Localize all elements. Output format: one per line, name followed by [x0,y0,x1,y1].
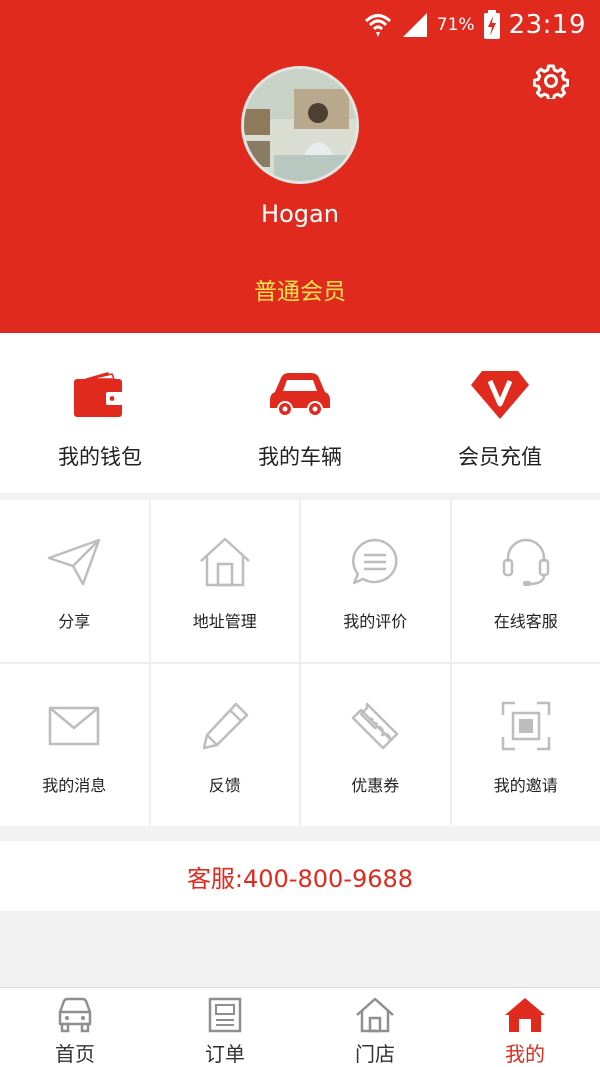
ticket-icon [347,698,403,754]
tab-home-label: 首页 [55,1042,95,1066]
avatar[interactable] [241,66,359,184]
wallet-label: 我的钱包 [58,445,142,469]
my-messages-button[interactable]: 我的消息 [0,664,149,826]
my-reviews-label: 我的评价 [343,612,408,631]
tab-mine-label: 我的 [505,1042,545,1066]
tab-mine[interactable]: 我的 [450,988,600,1067]
share-label: 分享 [58,612,91,631]
vip-recharge-label: 会员充值 [458,445,542,469]
status-bar: 71% 23:19 [0,0,600,50]
status-time: 23:19 [508,10,586,40]
bottom-tab-bar: 首页 订单 门店 我的 [0,987,600,1067]
quick-actions: 我的钱包 我的车辆 会员充值 [0,333,600,493]
wallet-button[interactable]: 我的钱包 [0,333,200,493]
my-vehicle-button[interactable]: 我的车辆 [200,333,400,493]
my-reviews-button[interactable]: 我的评价 [301,500,450,662]
headset-icon [498,534,554,590]
my-invitations-label: 我的邀请 [493,776,558,795]
envelope-icon [46,698,102,754]
wallet-icon [72,367,128,423]
scan-icon [498,698,554,754]
house-icon [197,534,253,590]
vip-diamond-icon [470,367,530,423]
online-support-button[interactable]: 在线客服 [451,500,600,662]
battery-charging-icon [483,10,501,40]
home-filled-icon [504,996,546,1034]
paper-plane-icon [46,534,102,590]
order-icon [208,996,242,1034]
member-level-badge[interactable]: 普通会员 [0,272,600,306]
my-messages-label: 我的消息 [42,776,107,795]
wifi-icon [363,10,393,40]
signal-icon [401,11,429,39]
address-management-button[interactable]: 地址管理 [150,500,299,662]
car-outline-icon [55,996,95,1034]
gear-icon [532,63,570,103]
username: Hogan [261,200,339,228]
my-invitations-button[interactable]: 我的邀请 [451,664,600,826]
feedback-button[interactable]: 反馈 [150,664,299,826]
my-vehicle-label: 我的车辆 [258,445,342,469]
coupons-label: 优惠券 [351,776,400,795]
coupons-button[interactable]: 优惠券 [301,664,450,826]
tab-home[interactable]: 首页 [0,988,150,1067]
tab-orders[interactable]: 订单 [150,988,300,1067]
settings-button[interactable] [532,64,570,102]
profile-header: 71% 23:19 Hogan 普通会员 [0,0,600,333]
vip-recharge-button[interactable]: 会员充值 [400,333,600,493]
store-icon [355,996,395,1034]
online-support-label: 在线客服 [493,612,558,631]
tab-orders-label: 订单 [205,1042,245,1066]
address-management-label: 地址管理 [192,612,257,631]
customer-service-hotline[interactable]: 客服:400-800-9688 [0,841,600,911]
tab-store-label: 门店 [355,1042,395,1066]
battery-percent: 71% [436,15,475,35]
pencil-icon [197,698,253,754]
share-button[interactable]: 分享 [0,500,149,662]
tab-store[interactable]: 门店 [300,988,450,1067]
feedback-label: 反馈 [208,776,241,795]
feature-grid: 分享 地址管理 我的评价 在线客服 我的消息 反馈 优惠券 我的邀请 [0,500,600,826]
comment-icon [347,534,403,590]
car-icon [269,367,331,423]
